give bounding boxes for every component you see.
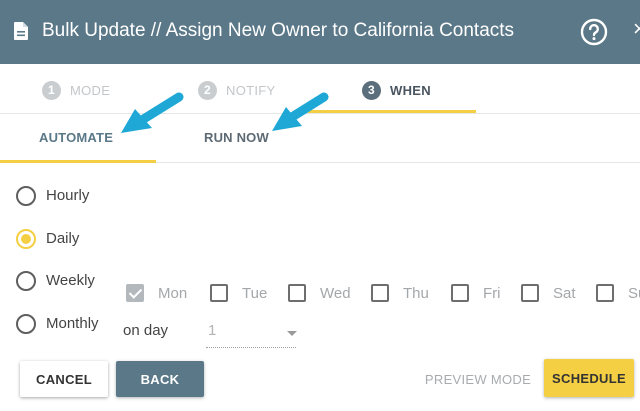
document-icon (14, 22, 28, 40)
step-mode[interactable]: 1 MODE (42, 80, 110, 100)
dialog-title: Bulk Update // Assign New Owner to Calif… (42, 20, 515, 41)
day-of-month-select[interactable]: 1 (206, 318, 297, 348)
checkbox[interactable] (451, 284, 469, 302)
day-label: Mon (158, 284, 188, 302)
step-label: MODE (70, 82, 111, 98)
radio-label-monthly: Monthly (46, 315, 99, 332)
checkbox[interactable] (521, 284, 539, 302)
radio-label-weekly: Weekly (46, 272, 95, 289)
tab-run-now[interactable]: RUN NOW (204, 130, 269, 145)
day-checkbox-tue[interactable]: Tue (210, 283, 267, 303)
chevron-down-icon (287, 331, 297, 336)
step-number: 2 (198, 80, 217, 100)
close-icon[interactable]: × (633, 16, 640, 42)
day-label: Sun (628, 284, 640, 302)
step-number: 1 (42, 80, 61, 100)
select-value: 1 (208, 322, 217, 339)
radio-hourly[interactable] (16, 186, 36, 206)
day-checkbox-sat[interactable]: Sat (521, 283, 576, 303)
step-notify[interactable]: 2 NOTIFY (198, 80, 275, 100)
preview-mode-button[interactable]: PREVIEW MODE (418, 361, 538, 397)
day-checkbox-mon[interactable]: Mon (126, 283, 187, 303)
step-label: WHEN (390, 82, 431, 98)
day-label: Sat (553, 284, 576, 302)
schedule-button[interactable]: SCHEDULE (544, 359, 634, 397)
back-button[interactable]: BACK (116, 361, 204, 397)
day-checkbox-sun[interactable]: Sun (596, 283, 640, 303)
radio-daily[interactable] (16, 229, 36, 249)
radio-label-hourly: Hourly (46, 187, 90, 204)
day-checkbox-fri[interactable]: Fri (451, 283, 501, 303)
day-label: Thu (403, 284, 429, 302)
radio-weekly[interactable] (16, 271, 36, 291)
on-day-label: on day (123, 322, 169, 339)
checkbox[interactable] (596, 284, 614, 302)
day-checkbox-wed[interactable]: Wed (288, 283, 351, 303)
step-number: 3 (362, 80, 381, 100)
step-label: NOTIFY (226, 82, 276, 98)
day-checkbox-thu[interactable]: Thu (371, 283, 429, 303)
radio-monthly[interactable] (16, 314, 36, 334)
tab-automate[interactable]: AUTOMATE (39, 130, 113, 145)
checkbox[interactable] (126, 284, 144, 302)
checkbox[interactable] (288, 284, 306, 302)
help-circle-icon[interactable] (580, 18, 608, 46)
schedule-tabs: AUTOMATE RUN NOW (0, 114, 640, 163)
day-label: Fri (483, 284, 501, 302)
step-progress: 1 MODE 2 NOTIFY 3 WHEN (0, 64, 640, 114)
active-step-indicator (306, 110, 476, 113)
day-label: Tue (242, 284, 268, 302)
checkbox[interactable] (371, 284, 389, 302)
checkbox[interactable] (210, 284, 228, 302)
day-label: Wed (320, 284, 351, 302)
step-when[interactable]: 3 WHEN (362, 80, 431, 100)
cancel-button[interactable]: CANCEL (20, 361, 108, 397)
active-tab-indicator (0, 160, 156, 163)
dialog-header: Bulk Update // Assign New Owner to Calif… (0, 0, 640, 64)
radio-label-daily: Daily (46, 230, 80, 247)
